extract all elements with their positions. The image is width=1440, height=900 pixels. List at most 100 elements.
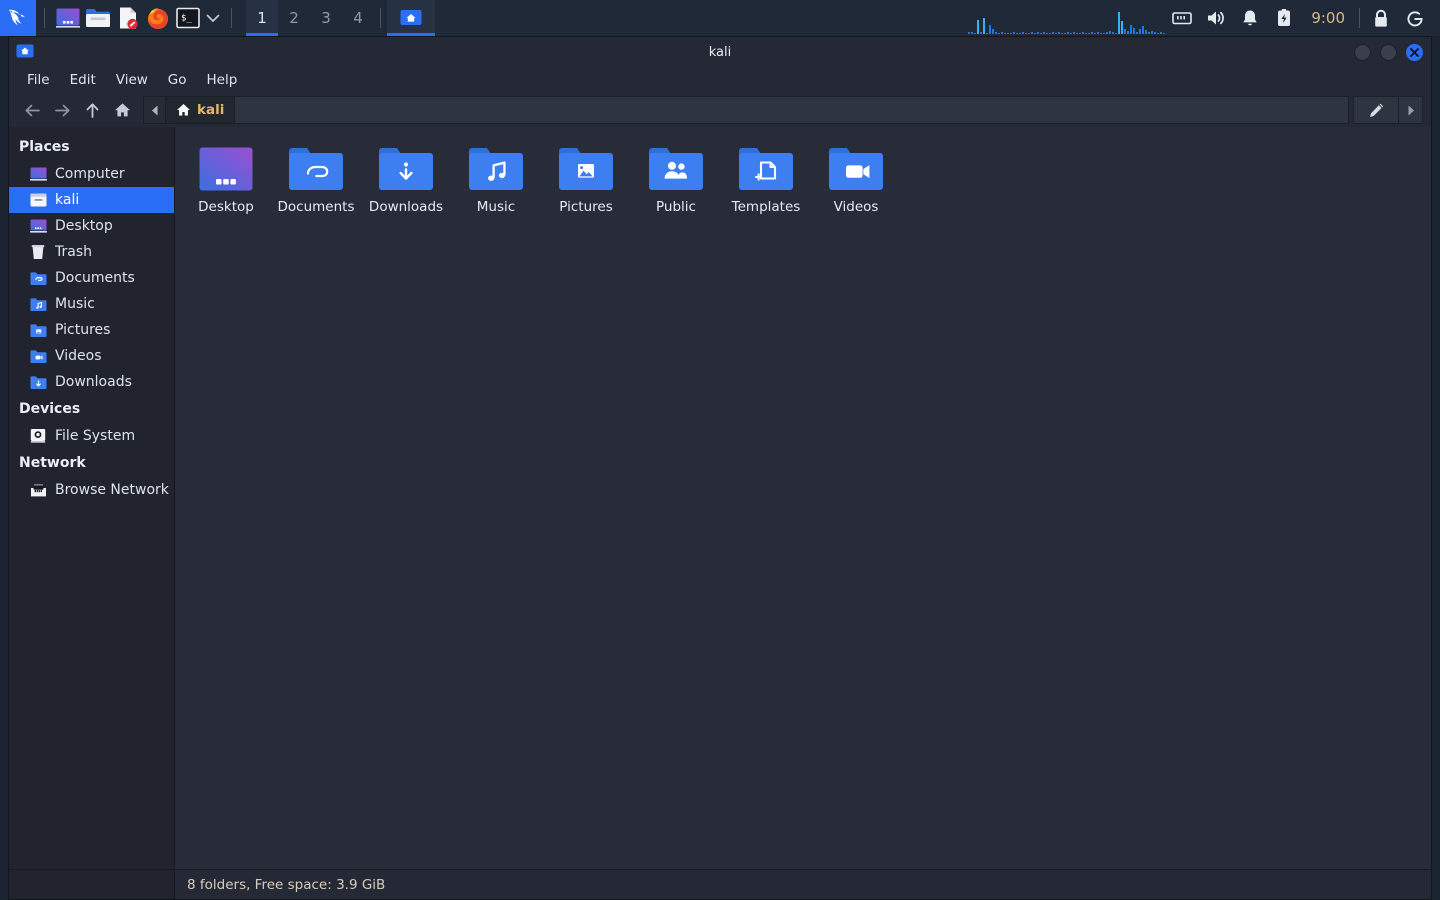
- path-scroll-left-button[interactable]: [144, 97, 166, 123]
- home-button[interactable]: [107, 96, 137, 124]
- arrow-left-icon: [24, 104, 40, 116]
- sidebar-item-trash[interactable]: Trash: [9, 239, 174, 265]
- sidebar-item-file-system[interactable]: File System: [9, 423, 174, 449]
- sidebar-item-documents[interactable]: Documents: [9, 265, 174, 291]
- lock-screen-icon[interactable]: [1364, 0, 1398, 36]
- file-item-label: Pictures: [559, 199, 613, 215]
- path-entry-area[interactable]: [235, 97, 1348, 123]
- videos-folder-icon: [29, 347, 47, 365]
- public-folder-icon: [647, 143, 705, 195]
- logout-icon[interactable]: [1398, 0, 1432, 36]
- minimize-button[interactable]: [1354, 43, 1371, 61]
- kali-menu-button[interactable]: [0, 0, 36, 36]
- downloads-folder-icon: [29, 373, 47, 391]
- sidebar-item-desktop[interactable]: Desktop: [9, 213, 174, 239]
- workspace-4[interactable]: 4: [342, 0, 374, 36]
- sidebar-group-places: Places: [19, 139, 70, 155]
- menubar: File Edit View Go Help: [9, 67, 1431, 93]
- back-button[interactable]: [17, 96, 47, 124]
- window-titlebar[interactable]: kali: [9, 37, 1431, 67]
- notifications-icon[interactable]: [1233, 0, 1267, 36]
- taskbar-button-thunar[interactable]: [387, 0, 435, 36]
- chevron-left-icon: [151, 105, 157, 115]
- sidebar-item-label: Computer: [55, 166, 125, 182]
- panel-divider-2: [231, 8, 232, 28]
- path-breadcrumb-bar: kali: [143, 96, 1349, 124]
- launcher-web-browser[interactable]: [143, 0, 173, 36]
- tray-divider: [1359, 8, 1360, 28]
- sidebar-item-label: File System: [55, 428, 136, 444]
- file-item-desktop[interactable]: Desktop: [181, 137, 271, 223]
- harddisk-icon: [29, 427, 47, 445]
- file-item-documents[interactable]: Documents: [271, 137, 361, 223]
- sidebar-item-downloads[interactable]: Downloads: [9, 369, 174, 395]
- sidebar-item-videos[interactable]: Videos: [9, 343, 174, 369]
- sidebar-item-label: Music: [55, 296, 95, 312]
- bell-icon: [1243, 10, 1258, 25]
- sidebar-item-label: Trash: [55, 244, 92, 260]
- desktop-icon: [56, 8, 80, 28]
- forward-button[interactable]: [47, 96, 77, 124]
- file-item-public[interactable]: Public: [631, 137, 721, 223]
- lock-icon: [1375, 9, 1387, 27]
- file-item-videos[interactable]: Videos: [811, 137, 901, 223]
- battery-icon[interactable]: [1267, 0, 1301, 36]
- menu-view[interactable]: View: [106, 69, 158, 91]
- power-logout-icon: [1406, 10, 1423, 26]
- file-item-music[interactable]: Music: [451, 137, 541, 223]
- sidebar-item-label: kali: [55, 192, 80, 208]
- terminal-icon: $_: [176, 7, 200, 29]
- window-title: kali: [708, 44, 732, 60]
- launcher-text-editor[interactable]: [113, 0, 143, 36]
- sidebar-item-kali[interactable]: kali: [9, 187, 174, 213]
- sidebar-statusbar-filler: [9, 869, 175, 899]
- sidebar-item-pictures[interactable]: Pictures: [9, 317, 174, 343]
- network-icon[interactable]: [1165, 0, 1199, 36]
- window-icon: [16, 44, 34, 63]
- sidebar-item-computer[interactable]: Computer: [9, 161, 174, 187]
- pictures-folder-icon: [557, 143, 615, 195]
- menu-go[interactable]: Go: [158, 69, 197, 91]
- sidebar-item-music[interactable]: Music: [9, 291, 174, 317]
- file-item-label: Documents: [277, 199, 355, 215]
- menu-file[interactable]: File: [17, 69, 60, 91]
- svg-text:$_: $_: [181, 14, 192, 24]
- launcher-file-manager[interactable]: [83, 0, 113, 36]
- places-sidebar: Places Computer kali Desktop Trash Docum…: [9, 127, 175, 899]
- window-body: Places Computer kali Desktop Trash Docum…: [9, 127, 1431, 899]
- workspace-3[interactable]: 3: [310, 0, 342, 36]
- launcher-terminal[interactable]: $_: [173, 0, 203, 36]
- file-item-pictures[interactable]: Pictures: [541, 137, 631, 223]
- breadcrumb-item-kali[interactable]: kali: [166, 97, 236, 123]
- launcher-show-desktop[interactable]: [53, 0, 83, 36]
- chevron-down-icon: [206, 14, 220, 23]
- home-folder-icon: [16, 44, 34, 58]
- window-controls: [1354, 37, 1423, 67]
- file-item-templates[interactable]: Templates: [721, 137, 811, 223]
- volume-icon[interactable]: [1199, 0, 1233, 36]
- desktop-thumb-icon: [197, 143, 255, 195]
- sidebar-group-network: Network: [19, 455, 86, 471]
- edit-path-button[interactable]: [1353, 96, 1399, 124]
- sidebar-item-browse-network[interactable]: Browse Network: [9, 477, 174, 503]
- menu-edit[interactable]: Edit: [60, 69, 106, 91]
- audio-visualizer: [968, 0, 1166, 36]
- music-folder-icon: [29, 295, 47, 313]
- clock[interactable]: 9:00: [1301, 9, 1355, 27]
- system-tray: 9:00: [1165, 0, 1440, 36]
- sidebar-item-label: Downloads: [55, 374, 132, 390]
- path-scroll-right-button[interactable]: [1399, 96, 1423, 124]
- kali-dragon-icon: [9, 9, 25, 26]
- close-button[interactable]: [1406, 43, 1423, 61]
- up-button[interactable]: [77, 96, 107, 124]
- close-icon: [1410, 47, 1419, 57]
- maximize-button[interactable]: [1380, 43, 1397, 61]
- workspace-2[interactable]: 2: [278, 0, 310, 36]
- home-icon: [177, 104, 190, 116]
- sidebar-item-label: Videos: [55, 348, 102, 364]
- menu-help[interactable]: Help: [197, 69, 248, 91]
- workspace-1[interactable]: 1: [246, 0, 278, 36]
- file-item-downloads[interactable]: Downloads: [361, 137, 451, 223]
- home-folder-icon: [29, 191, 47, 209]
- launcher-dropdown-chevron[interactable]: [203, 0, 223, 36]
